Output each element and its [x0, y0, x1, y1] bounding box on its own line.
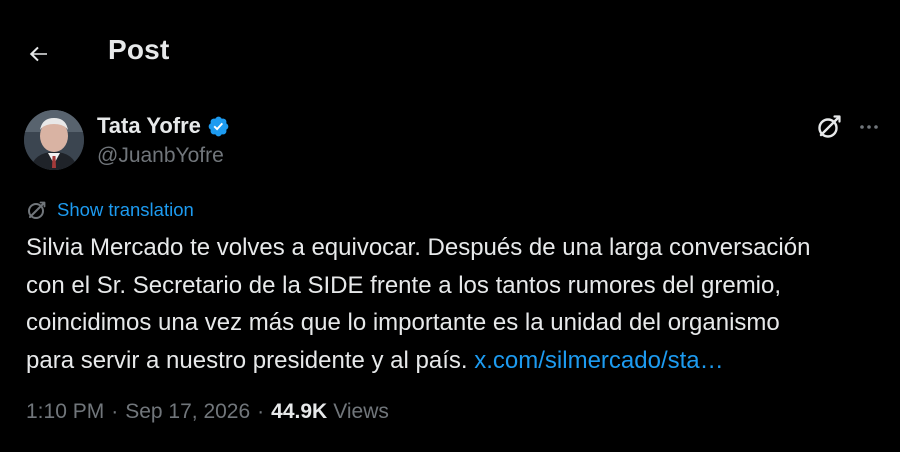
- post-date[interactable]: Sep 17, 2026: [125, 400, 250, 424]
- tweet-line: con el Sr. Secretario de la SIDE frente …: [26, 271, 782, 299]
- views-count[interactable]: 44.9K: [271, 400, 327, 424]
- author-handle[interactable]: @JuanbYofre: [97, 144, 224, 168]
- tweet-line: para servir a nuestro presidente y al pa…: [26, 342, 876, 380]
- views-label: Views: [333, 400, 389, 423]
- tweet-text: Silvia Mercado te volves a equivocar. De…: [26, 229, 876, 379]
- tweet-line-text: para servir a nuestro presidente y al pa…: [26, 346, 468, 374]
- author-name[interactable]: Tata Yofre: [97, 113, 201, 139]
- verified-badge-icon: [208, 116, 229, 136]
- post-meta: 1:10 PM · Sep 17, 2026 · 44.9K Views: [26, 400, 389, 424]
- arrow-left-icon: [29, 46, 47, 62]
- avatar[interactable]: [24, 110, 84, 170]
- author-name-row: Tata Yofre: [97, 113, 230, 139]
- grok-button[interactable]: [812, 110, 846, 144]
- more-horizontal-icon: [860, 125, 878, 129]
- meta-separator: ·: [111, 400, 119, 423]
- back-button[interactable]: [18, 33, 60, 75]
- post-time[interactable]: 1:10 PM: [26, 400, 104, 424]
- post-header: Post: [0, 0, 900, 104]
- show-translation-link[interactable]: Show translation: [26, 199, 194, 221]
- grok-icon: [818, 115, 841, 138]
- post-page: Post Tata Yofre @JuanbYofre Show transla…: [0, 0, 900, 452]
- tweet-line: Silvia Mercado te volves a equivocar. De…: [26, 234, 811, 261]
- page-title: Post: [108, 34, 170, 65]
- meta-separator: ·: [257, 400, 265, 423]
- tweet-line: coincidimos una vez más que lo important…: [26, 309, 780, 336]
- more-options-button[interactable]: [852, 110, 886, 144]
- show-translation-label: Show translation: [57, 199, 194, 220]
- avatar-image: [24, 110, 84, 170]
- tweet-link[interactable]: x.com/silmercado/sta…: [474, 347, 723, 374]
- translate-icon: [28, 201, 46, 219]
